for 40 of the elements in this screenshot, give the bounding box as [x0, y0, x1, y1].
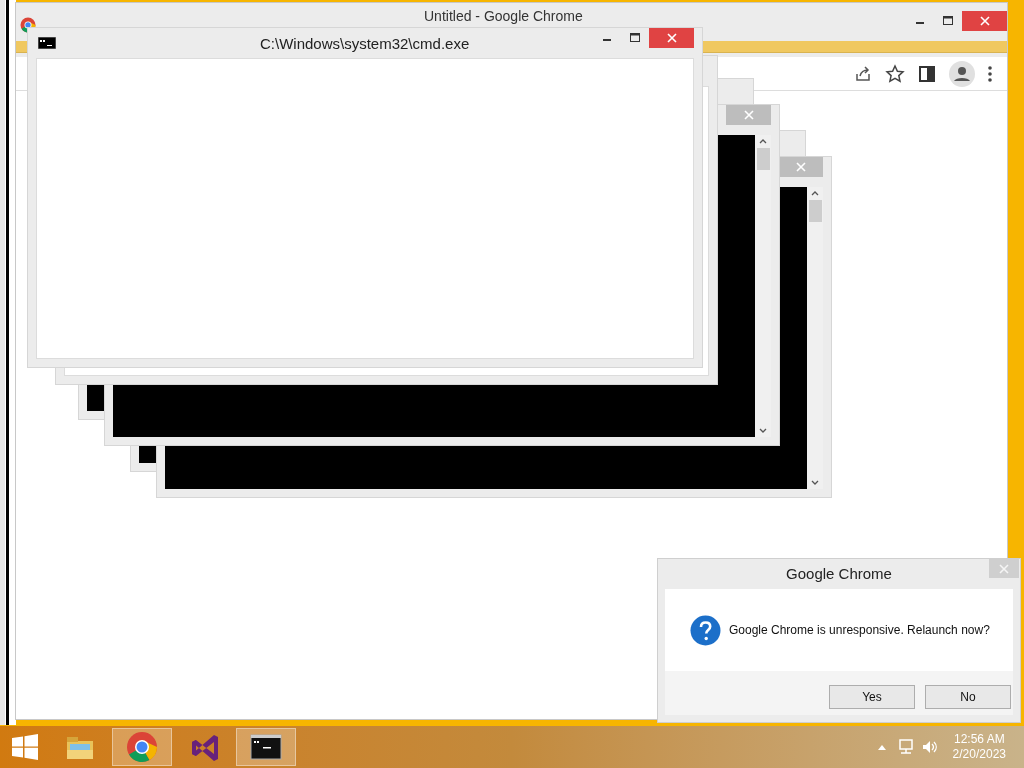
- close-icon: [979, 16, 990, 26]
- star-icon: [885, 63, 905, 84]
- windows-logo-icon: [12, 734, 38, 760]
- dialog-title: Google Chrome: [786, 563, 892, 584]
- close-button[interactable]: [726, 105, 771, 125]
- console-icon: [38, 37, 56, 49]
- question-icon: [690, 614, 721, 646]
- close-icon: [999, 563, 1009, 574]
- share-icon: [853, 63, 873, 84]
- close-button[interactable]: [778, 157, 823, 177]
- chevron-down-icon: [758, 427, 768, 435]
- close-icon: [795, 162, 806, 172]
- scrollbar-thumb[interactable]: [756, 148, 770, 170]
- window-title: C:\Windows\system32\cmd.exe: [260, 35, 470, 52]
- console-icon: [250, 731, 282, 763]
- volume-icon: [920, 739, 939, 755]
- clock-date: 2/20/2023: [952, 747, 1006, 762]
- chevron-up-icon: [758, 137, 768, 145]
- profile-icon: [949, 60, 975, 87]
- show-hidden-icons-icon: [876, 743, 887, 751]
- scrollbar-thumb[interactable]: [808, 200, 822, 222]
- browser-logo-icon: [126, 731, 158, 763]
- dialog-button[interactable]: Yes: [829, 685, 915, 709]
- close-icon: [666, 33, 677, 43]
- side-panel-icon: [917, 63, 937, 84]
- dialog-message: Google Chrome is unresponsive. Relaunch now?: [729, 622, 990, 639]
- chevron-up-icon: [810, 189, 820, 197]
- maximize-icon: [943, 16, 953, 26]
- close-icon: [743, 110, 754, 120]
- dialog-button[interactable]: No: [925, 685, 1011, 709]
- taskbar-app-button[interactable]: [236, 728, 296, 766]
- scrollbar[interactable]: [807, 187, 823, 489]
- clock-time: 12:56 AM: [953, 732, 1005, 747]
- scrollbar[interactable]: [755, 135, 771, 437]
- network-icon: [896, 739, 915, 755]
- close-button[interactable]: [989, 559, 1019, 578]
- window-title: Untitled - Google Chrome: [424, 8, 583, 24]
- maximize-icon: [630, 33, 640, 43]
- more-menu-icon: [987, 64, 993, 83]
- chevron-down-icon: [810, 479, 820, 487]
